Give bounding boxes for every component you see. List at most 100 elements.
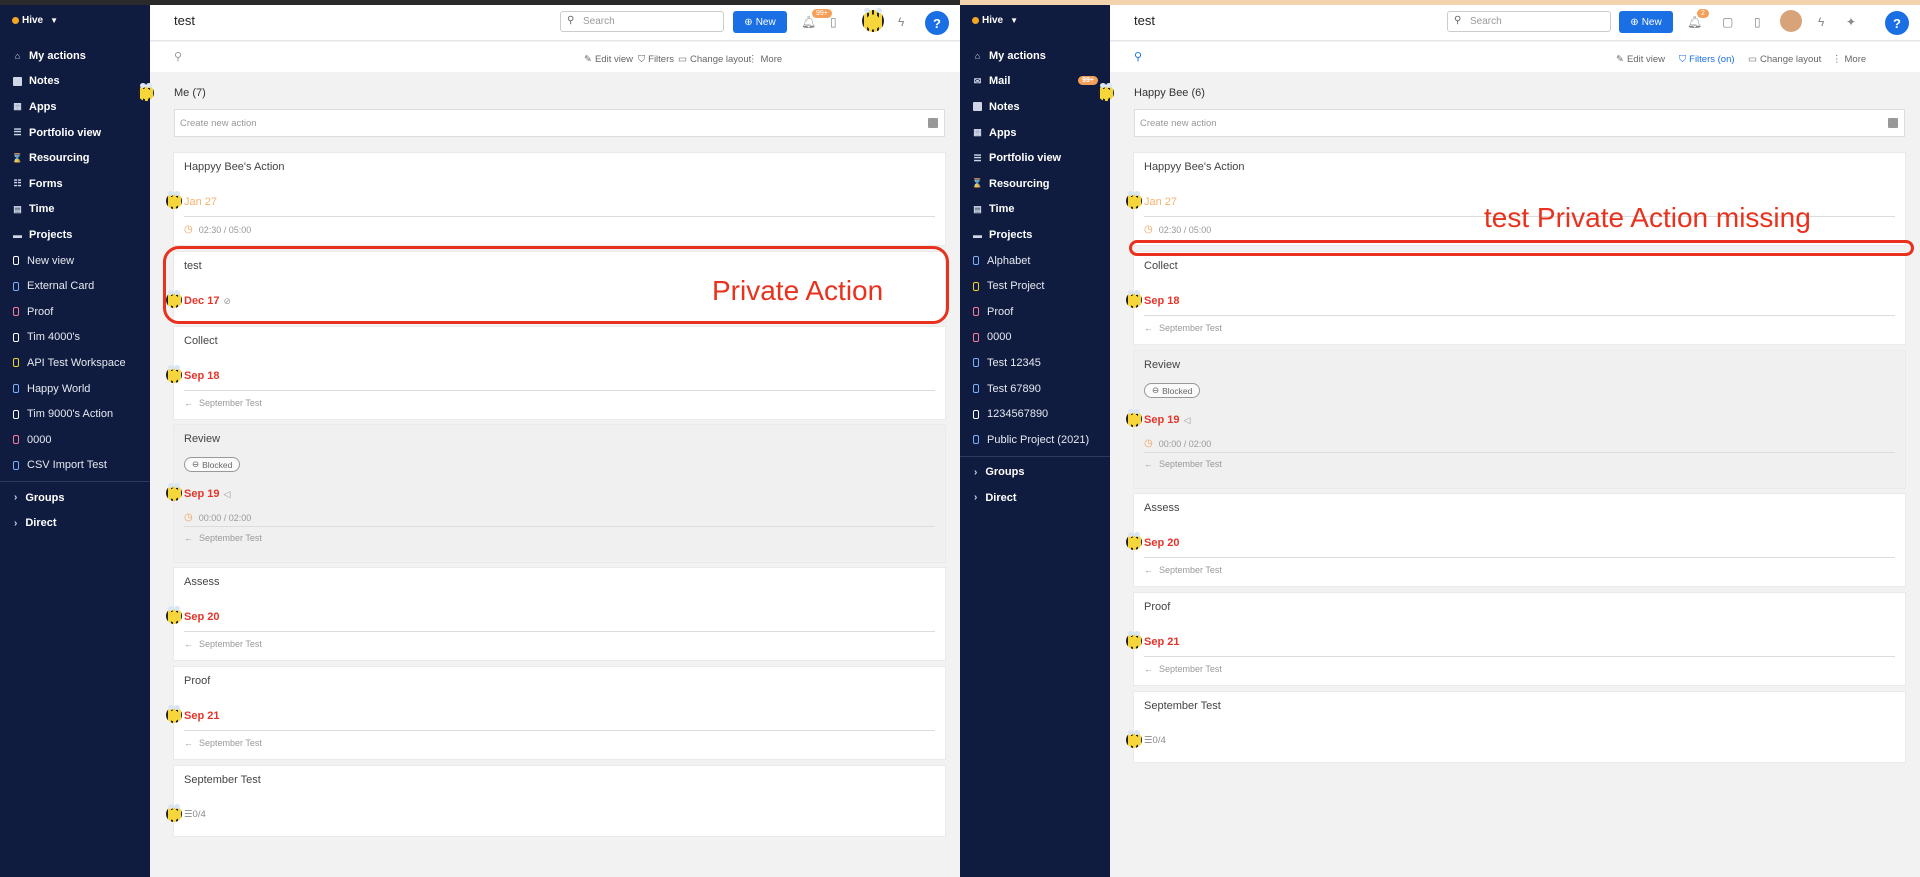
- pin-icon[interactable]: ⚲: [174, 50, 182, 63]
- project-item[interactable]: API Test Workspace: [0, 350, 150, 376]
- pin-icon[interactable]: ⚲: [1134, 50, 1142, 63]
- parent-action-link[interactable]: ← September Test: [184, 533, 262, 543]
- assignee-avatar[interactable]: [1126, 730, 1142, 748]
- edit-view-button[interactable]: ✎ Edit view: [1616, 54, 1665, 65]
- action-card[interactable]: September Test ☰0/4: [1126, 692, 1905, 762]
- sidebar-item-time[interactable]: ▤ Time: [0, 197, 150, 223]
- workspace-switcher[interactable]: Hive ▼: [972, 15, 1018, 26]
- assignee-avatar[interactable]: [166, 804, 182, 822]
- column-avatar[interactable]: [138, 83, 154, 101]
- new-button[interactable]: ⊕ New: [1619, 11, 1673, 33]
- project-item[interactable]: Test 67890: [960, 376, 1110, 402]
- project-item[interactable]: Proof: [0, 299, 150, 325]
- sidebar-item-groups[interactable]: › Groups: [0, 485, 150, 511]
- action-card[interactable]: Proof Sep 21 ← September Test: [166, 667, 945, 759]
- sidebar-item-time[interactable]: ▤ Time: [960, 197, 1110, 223]
- parent-action-link[interactable]: ← September Test: [1144, 323, 1222, 333]
- help-button[interactable]: ?: [1885, 11, 1909, 35]
- parent-action-link[interactable]: ← September Test: [1144, 664, 1222, 674]
- sidebar-item-forms[interactable]: ☷ Forms: [0, 171, 150, 197]
- template-icon[interactable]: [1888, 118, 1898, 128]
- parent-action-link[interactable]: ← September Test: [1144, 459, 1222, 469]
- search-input[interactable]: ⚲ Search: [1447, 11, 1611, 32]
- project-item[interactable]: CSV Import Test: [0, 453, 150, 479]
- assignee-avatar[interactable]: [166, 483, 182, 501]
- search-input[interactable]: ⚲ Search: [560, 11, 724, 32]
- assignee-avatar[interactable]: [166, 191, 182, 209]
- assignee-avatar[interactable]: [166, 365, 182, 383]
- column-avatar[interactable]: [1098, 83, 1114, 101]
- project-item[interactable]: Public Project (2021): [960, 427, 1110, 453]
- action-card[interactable]: Assess Sep 20 ← September Test: [1126, 494, 1905, 586]
- more-button[interactable]: ⋮ More: [1832, 54, 1866, 65]
- project-item[interactable]: Proof: [960, 299, 1110, 325]
- action-card[interactable]: Assess Sep 20 ← September Test: [166, 568, 945, 660]
- sidebar-item-groups[interactable]: › Groups: [960, 460, 1110, 486]
- action-card[interactable]: Collect Sep 18 ← September Test: [1126, 252, 1905, 344]
- document-icon[interactable]: ▯: [830, 15, 837, 29]
- sidebar-item-direct[interactable]: › Direct: [960, 485, 1110, 511]
- sidebar-item-portfolio-view[interactable]: ☰ Portfolio view: [0, 120, 150, 146]
- project-item[interactable]: Test Project: [960, 273, 1110, 299]
- sidebar-item-resourcing[interactable]: ⌛ Resourcing: [0, 145, 150, 171]
- filters-button[interactable]: ⛉ Filters: [638, 54, 674, 65]
- action-card[interactable]: Collect Sep 18 ← September Test: [166, 327, 945, 419]
- project-item[interactable]: New view: [0, 248, 150, 274]
- project-item[interactable]: Tim 4000's: [0, 325, 150, 351]
- project-item[interactable]: 0000: [0, 427, 150, 453]
- more-button[interactable]: ⋮ More: [748, 54, 782, 65]
- assignee-avatar[interactable]: [166, 705, 182, 723]
- assignee-avatar[interactable]: [1126, 409, 1142, 427]
- new-button[interactable]: ⊕ New: [733, 11, 787, 33]
- action-card[interactable]: September Test ☰0/4: [166, 766, 945, 836]
- assignee-avatar[interactable]: [1126, 631, 1142, 649]
- sidebar-item-my-actions[interactable]: ⌂ My actions: [0, 43, 150, 69]
- action-card[interactable]: Review ⊖ Blocked Sep 19 ◁ ◷ 00:00 / 02:00 ←…: [1126, 351, 1905, 488]
- project-item[interactable]: Alphabet: [960, 248, 1110, 274]
- parent-action-link[interactable]: ← September Test: [1144, 565, 1222, 575]
- avatar[interactable]: [862, 8, 884, 32]
- assignee-avatar[interactable]: [1126, 290, 1142, 308]
- sidebar-item-my-actions[interactable]: ⌂ My actions: [960, 43, 1110, 69]
- sidebar-item-notes[interactable]: Notes: [0, 69, 150, 95]
- project-item[interactable]: Happy World: [0, 376, 150, 402]
- sidebar-item-direct[interactable]: › Direct: [0, 511, 150, 537]
- change-layout-button[interactable]: ▭ Change layout: [678, 54, 751, 65]
- template-icon[interactable]: [928, 118, 938, 128]
- lightning-icon[interactable]: ϟ: [1818, 15, 1824, 29]
- assignee-avatar[interactable]: [1126, 532, 1142, 550]
- project-item[interactable]: Test 12345: [960, 350, 1110, 376]
- assignee-avatar[interactable]: [166, 606, 182, 624]
- edit-view-button[interactable]: ✎ Edit view: [584, 54, 633, 65]
- filters-button[interactable]: ⛉ Filters (on): [1679, 54, 1735, 65]
- sidebar-item-apps[interactable]: ▦ Apps: [960, 120, 1110, 146]
- project-item[interactable]: Tim 9000's Action: [0, 401, 150, 427]
- action-card[interactable]: Happyy Bee's Action Jan 27 ◷ 02:30 / 05:0…: [166, 153, 945, 245]
- sidebar-item-resourcing[interactable]: ⌛ Resourcing: [960, 171, 1110, 197]
- create-action-input[interactable]: Create new action: [1134, 109, 1905, 137]
- project-item[interactable]: 1234567890: [960, 401, 1110, 427]
- parent-action-link[interactable]: ← September Test: [184, 738, 262, 748]
- action-card[interactable]: Review ⊖ Blocked Sep 19 ◁ ◷ 00:00 / 02:00 ←…: [166, 425, 945, 562]
- help-button[interactable]: ?: [925, 11, 949, 35]
- document-icon[interactable]: ▯: [1754, 15, 1761, 29]
- sidebar-item-mail[interactable]: ✉ Mail 99+: [960, 69, 1110, 95]
- sidebar-item-apps[interactable]: ▦ Apps: [0, 94, 150, 120]
- action-card[interactable]: Proof Sep 21 ← September Test: [1126, 593, 1905, 685]
- sidebar-item-portfolio-view[interactable]: ☰ Portfolio view: [960, 145, 1110, 171]
- parent-action-link[interactable]: ← September Test: [184, 639, 262, 649]
- sidebar-item-projects[interactable]: ▬ Projects: [0, 222, 150, 248]
- create-action-input[interactable]: Create new action: [174, 109, 945, 137]
- parent-action-link[interactable]: ← September Test: [184, 398, 262, 408]
- project-item[interactable]: External Card: [0, 273, 150, 299]
- project-item[interactable]: 0000: [960, 325, 1110, 351]
- workspace-switcher[interactable]: Hive ▼: [12, 15, 58, 26]
- sidebar-item-notes[interactable]: Notes: [960, 94, 1110, 120]
- sidebar-item-projects[interactable]: ▬ Projects: [960, 222, 1110, 248]
- assignee-avatar[interactable]: [1126, 191, 1142, 209]
- calendar-icon[interactable]: ▢: [1722, 15, 1733, 29]
- change-layout-button[interactable]: ▭ Change layout: [1748, 54, 1821, 65]
- avatar[interactable]: [1780, 10, 1802, 32]
- lightning-icon[interactable]: ϟ: [898, 15, 904, 29]
- puzzle-icon[interactable]: ✦: [1846, 15, 1856, 29]
